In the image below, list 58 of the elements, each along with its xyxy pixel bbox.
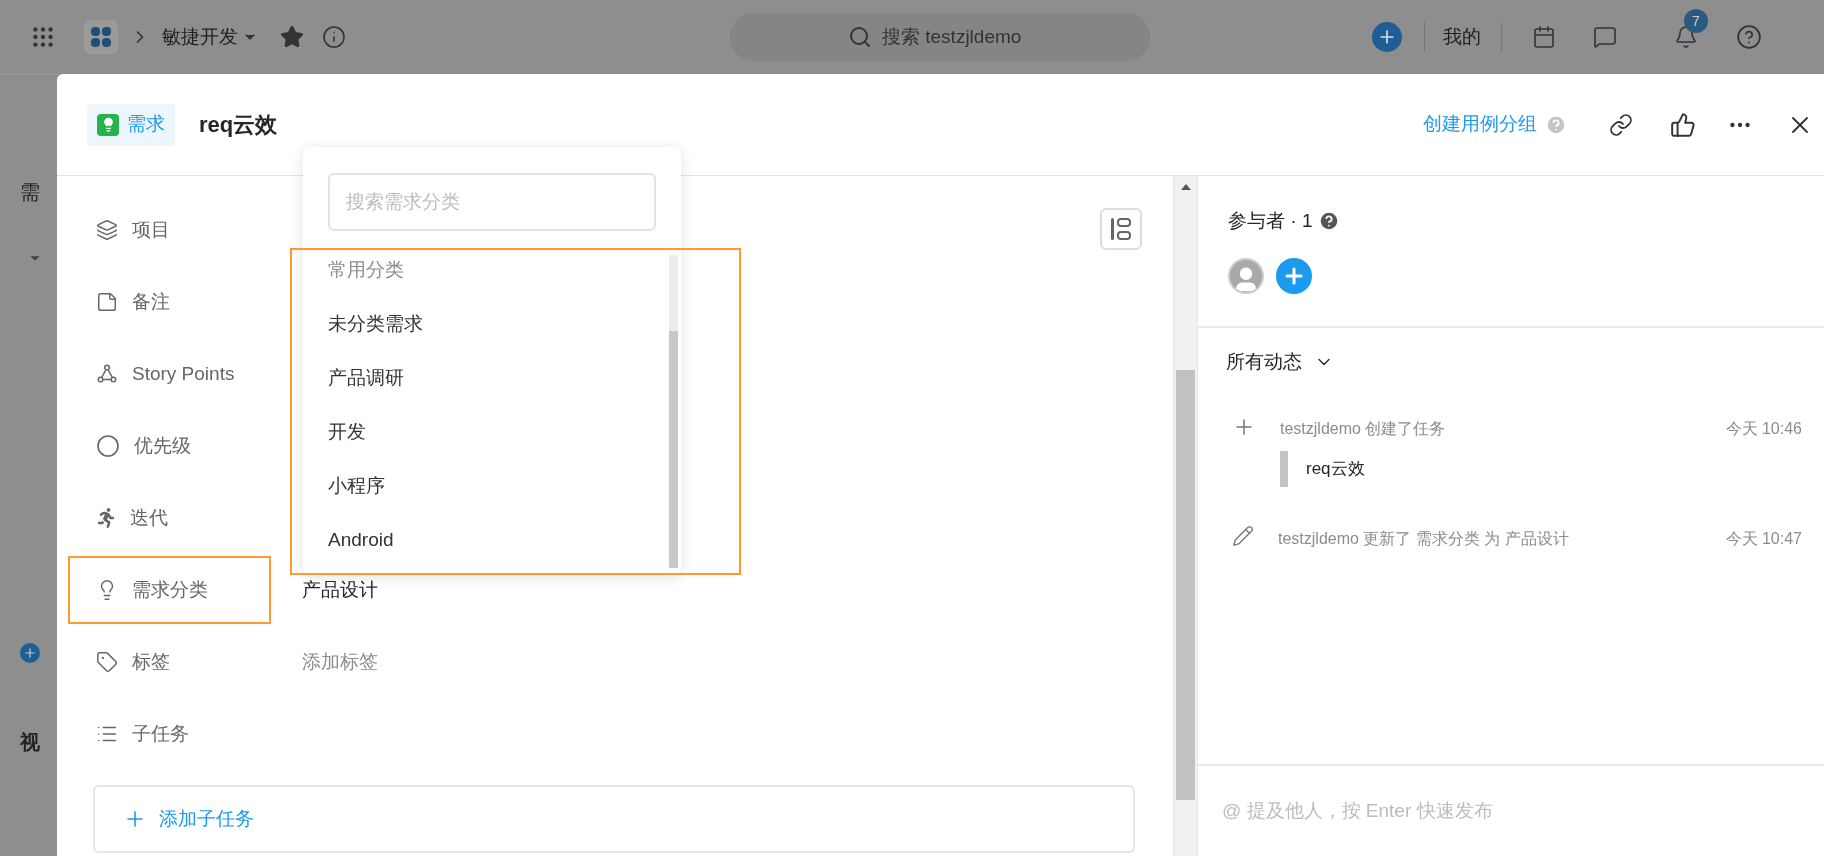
my-link[interactable]: 我的 (1443, 22, 1481, 52)
scrollbar[interactable] (1173, 176, 1198, 856)
field-value[interactable]: 产品设计 (302, 575, 378, 605)
section-title: 需 (20, 180, 41, 205)
bell-icon[interactable] (1674, 25, 1698, 49)
field-label: 项目 (68, 196, 271, 264)
participants-title: 参与者 · 1 (1228, 209, 1313, 233)
comment-field[interactable]: @ 提及他人，按 Enter 快速发布 (1222, 796, 1782, 826)
category-option[interactable]: 产品调研 (328, 339, 669, 393)
search-icon (848, 25, 872, 49)
activity-time: 今天 10:46 (1725, 418, 1802, 439)
activity-filter[interactable]: 所有动态 (1226, 348, 1334, 377)
apps-grid-icon[interactable] (30, 24, 56, 50)
search-field[interactable]: 搜索 testzjldemo (730, 13, 1150, 61)
star-icon[interactable] (280, 25, 304, 49)
category-option[interactable]: 开发 (328, 393, 669, 447)
notification-badge: 7 (1684, 9, 1708, 33)
help-icon[interactable] (1736, 24, 1762, 50)
category-search-field[interactable]: 搜索需求分类 (328, 173, 656, 231)
list-scrollbar[interactable] (669, 255, 678, 568)
category-option[interactable]: 小程序 (328, 447, 669, 501)
tag-icon (96, 651, 118, 673)
nodes-icon (96, 363, 118, 385)
runner-icon (96, 508, 116, 528)
view-title: 视 (20, 730, 41, 755)
message-icon[interactable] (1593, 25, 1617, 49)
note-icon (96, 291, 118, 313)
calendar-icon[interactable] (1532, 25, 1556, 49)
activity-text: testzjldemo 创建了任务 (1280, 418, 1446, 439)
layers-icon (96, 219, 118, 241)
add-icon[interactable] (20, 643, 40, 663)
thumbs-up-icon[interactable] (1670, 111, 1696, 138)
field-label: 标签 (68, 628, 271, 696)
field-label: 子任务 (68, 700, 271, 768)
activity-text: testzjldemo 更新了 需求分类 为 产品设计 (1278, 528, 1569, 549)
field-label: 迭代 (68, 484, 271, 552)
info-icon[interactable] (322, 25, 346, 49)
app-icon[interactable] (84, 20, 118, 54)
layout-toggle-icon[interactable] (1100, 208, 1142, 250)
field-label: 需求分类 (68, 556, 271, 624)
link-icon[interactable] (1609, 112, 1633, 137)
category-option[interactable]: 未分类需求 (328, 285, 669, 339)
add-participant-button[interactable] (1276, 257, 1312, 294)
task-title[interactable]: req云效 (199, 108, 278, 141)
activity-time: 今天 10:47 (1725, 528, 1802, 549)
activity-quote: req云效 (1306, 457, 1365, 480)
pencil-icon (1232, 524, 1254, 547)
circle-icon (96, 434, 120, 458)
lightbulb-icon (97, 113, 119, 136)
quote-bar (1280, 450, 1288, 487)
add-icon[interactable] (1372, 22, 1402, 52)
field-label: Story Points (68, 340, 271, 408)
category-option[interactable]: Android (328, 501, 669, 555)
field-label: 备注 (68, 268, 271, 336)
field-label: 优先级 (68, 412, 271, 480)
project-switcher[interactable]: 敏捷开发 (162, 22, 258, 52)
avatar[interactable] (1228, 257, 1264, 294)
group-label: 常用分类 (328, 258, 405, 282)
